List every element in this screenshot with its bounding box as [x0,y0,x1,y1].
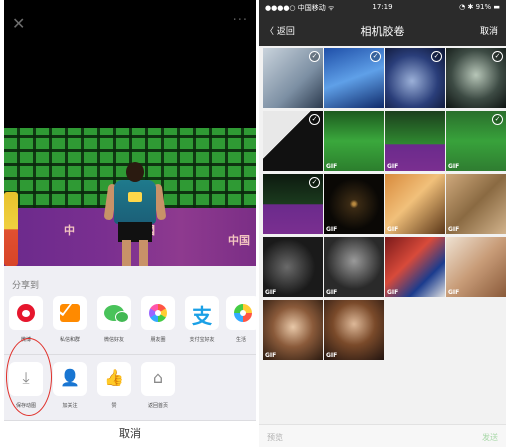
gif-badge: GIF [326,352,338,359]
partial-icon [234,304,252,322]
send-button[interactable]: 发送 [482,432,498,443]
select-check-icon[interactable]: ✓ [431,51,442,62]
share-target-label: 生活 [235,337,246,343]
gif-badge: GIF [387,226,399,233]
thumbnail[interactable]: ✓ [385,48,445,108]
gif-badge: GIF [448,289,460,296]
nav-bar: 〈 返回 相机胶卷 取消 [259,14,506,46]
thumbnail[interactable]: GIF [263,300,323,360]
screenshot-pair: ✕ ··· 中 國 中国 分享到 微博 [0,0,506,447]
thumbnail[interactable]: GIF [263,237,323,297]
preview-button[interactable]: 预览 [267,432,283,443]
thumbnail[interactable]: ✓ [263,48,323,108]
status-bar: ●●●●○ 中国移动 ᯤ 17:19 ◔ ✱ 91% ▬ [259,0,506,14]
select-check-icon[interactable]: ✓ [492,51,503,62]
share-message-button[interactable]: 私信和群 [50,296,90,343]
gif-badge: GIF [326,289,338,296]
thumbnail[interactable]: GIF [385,111,445,171]
alipay-icon: 支 [192,304,212,328]
thumbnail[interactable]: GIF [324,300,384,360]
highlight-circle [6,338,52,416]
side-person [4,192,18,266]
thumbnail[interactable]: GIF [324,174,384,234]
banner-mark: 中国 [228,234,250,247]
thumbnail[interactable]: ✓ [263,111,323,171]
thumbnail[interactable]: GIF [446,174,506,234]
share-screen: ✕ ··· 中 國 中国 分享到 微博 [4,0,256,447]
gif-badge: GIF [265,352,277,359]
action-label: 赞 [111,403,117,409]
select-check-icon[interactable]: ✓ [370,51,381,62]
action-label: 加关注 [62,403,78,409]
select-check-icon[interactable]: ✓ [309,177,320,188]
thumbnail[interactable]: ✓ [263,174,323,234]
battery-status: ◔ ✱ 91% ▬ [459,3,500,11]
thumbnail[interactable]: GIF [324,237,384,297]
action-label: 返回首页 [147,403,168,409]
wechat-icon [104,305,129,323]
gif-badge: GIF [448,226,460,233]
share-target-label: 微信好友 [103,337,124,343]
player-figure [103,162,167,266]
gif-badge: GIF [326,163,338,170]
gif-badge: GIF [265,289,277,296]
bottom-toolbar: 预览 发送 [259,424,506,447]
thumbnail[interactable]: GIF [385,174,445,234]
add-follow-icon: 👤 [60,368,80,387]
share-moments-button[interactable]: 朋友圈 [138,296,178,343]
share-wechat-button[interactable]: 微信好友 [94,296,134,343]
gif-badge: GIF [326,226,338,233]
share-more-button[interactable]: 生活 [226,296,256,343]
thumbnail[interactable]: GIF ✓ [446,111,506,171]
share-target-label: 朋友圈 [150,337,166,343]
share-target-label: 支付宝好友 [189,337,215,343]
select-check-icon[interactable]: ✓ [492,114,503,125]
thumbnail[interactable]: GIF [385,237,445,297]
select-check-icon[interactable]: ✓ [309,51,320,62]
thumbnail[interactable]: GIF [324,111,384,171]
home-button[interactable]: ⌂ 返回首页 [138,362,178,409]
follow-button[interactable]: 👤 加关注 [50,362,90,409]
share-weibo-button[interactable]: 微博 [6,296,46,343]
banner-mark: 中 [64,224,75,237]
close-icon[interactable]: ✕ [12,14,25,33]
share-target-label: 私信和群 [59,337,80,343]
mail-icon [60,304,80,322]
gif-preview: 中 國 中国 [4,128,256,266]
gif-badge: GIF [448,163,460,170]
gif-badge: GIF [387,289,399,296]
camera-roll-screen: ●●●●○ 中国移动 ᯤ 17:19 ◔ ✱ 91% ▬ 〈 返回 相机胶卷 取… [259,0,506,447]
cancel-button[interactable]: 取消 [480,24,498,37]
share-alipay-button[interactable]: 支 支付宝好友 [182,296,222,343]
thumbs-up-icon: 👍 [104,368,124,387]
thumbnail[interactable]: ✓ [324,48,384,108]
weibo-icon [17,304,35,322]
share-title: 分享到 [12,281,40,291]
select-check-icon[interactable]: ✓ [309,114,320,125]
page-title: 相机胶卷 [360,25,405,38]
thumbnail[interactable]: GIF [446,237,506,297]
thumbnail[interactable]: ✓ [446,48,506,108]
moments-icon [149,304,167,322]
like-button[interactable]: 👍 赞 [94,362,134,409]
more-dots-icon[interactable]: ··· [233,13,248,28]
gif-badge: GIF [387,163,399,170]
cancel-button[interactable]: 取消 [4,420,256,447]
home-icon: ⌂ [152,368,164,387]
viewer-topbar: ✕ ··· [4,0,256,36]
